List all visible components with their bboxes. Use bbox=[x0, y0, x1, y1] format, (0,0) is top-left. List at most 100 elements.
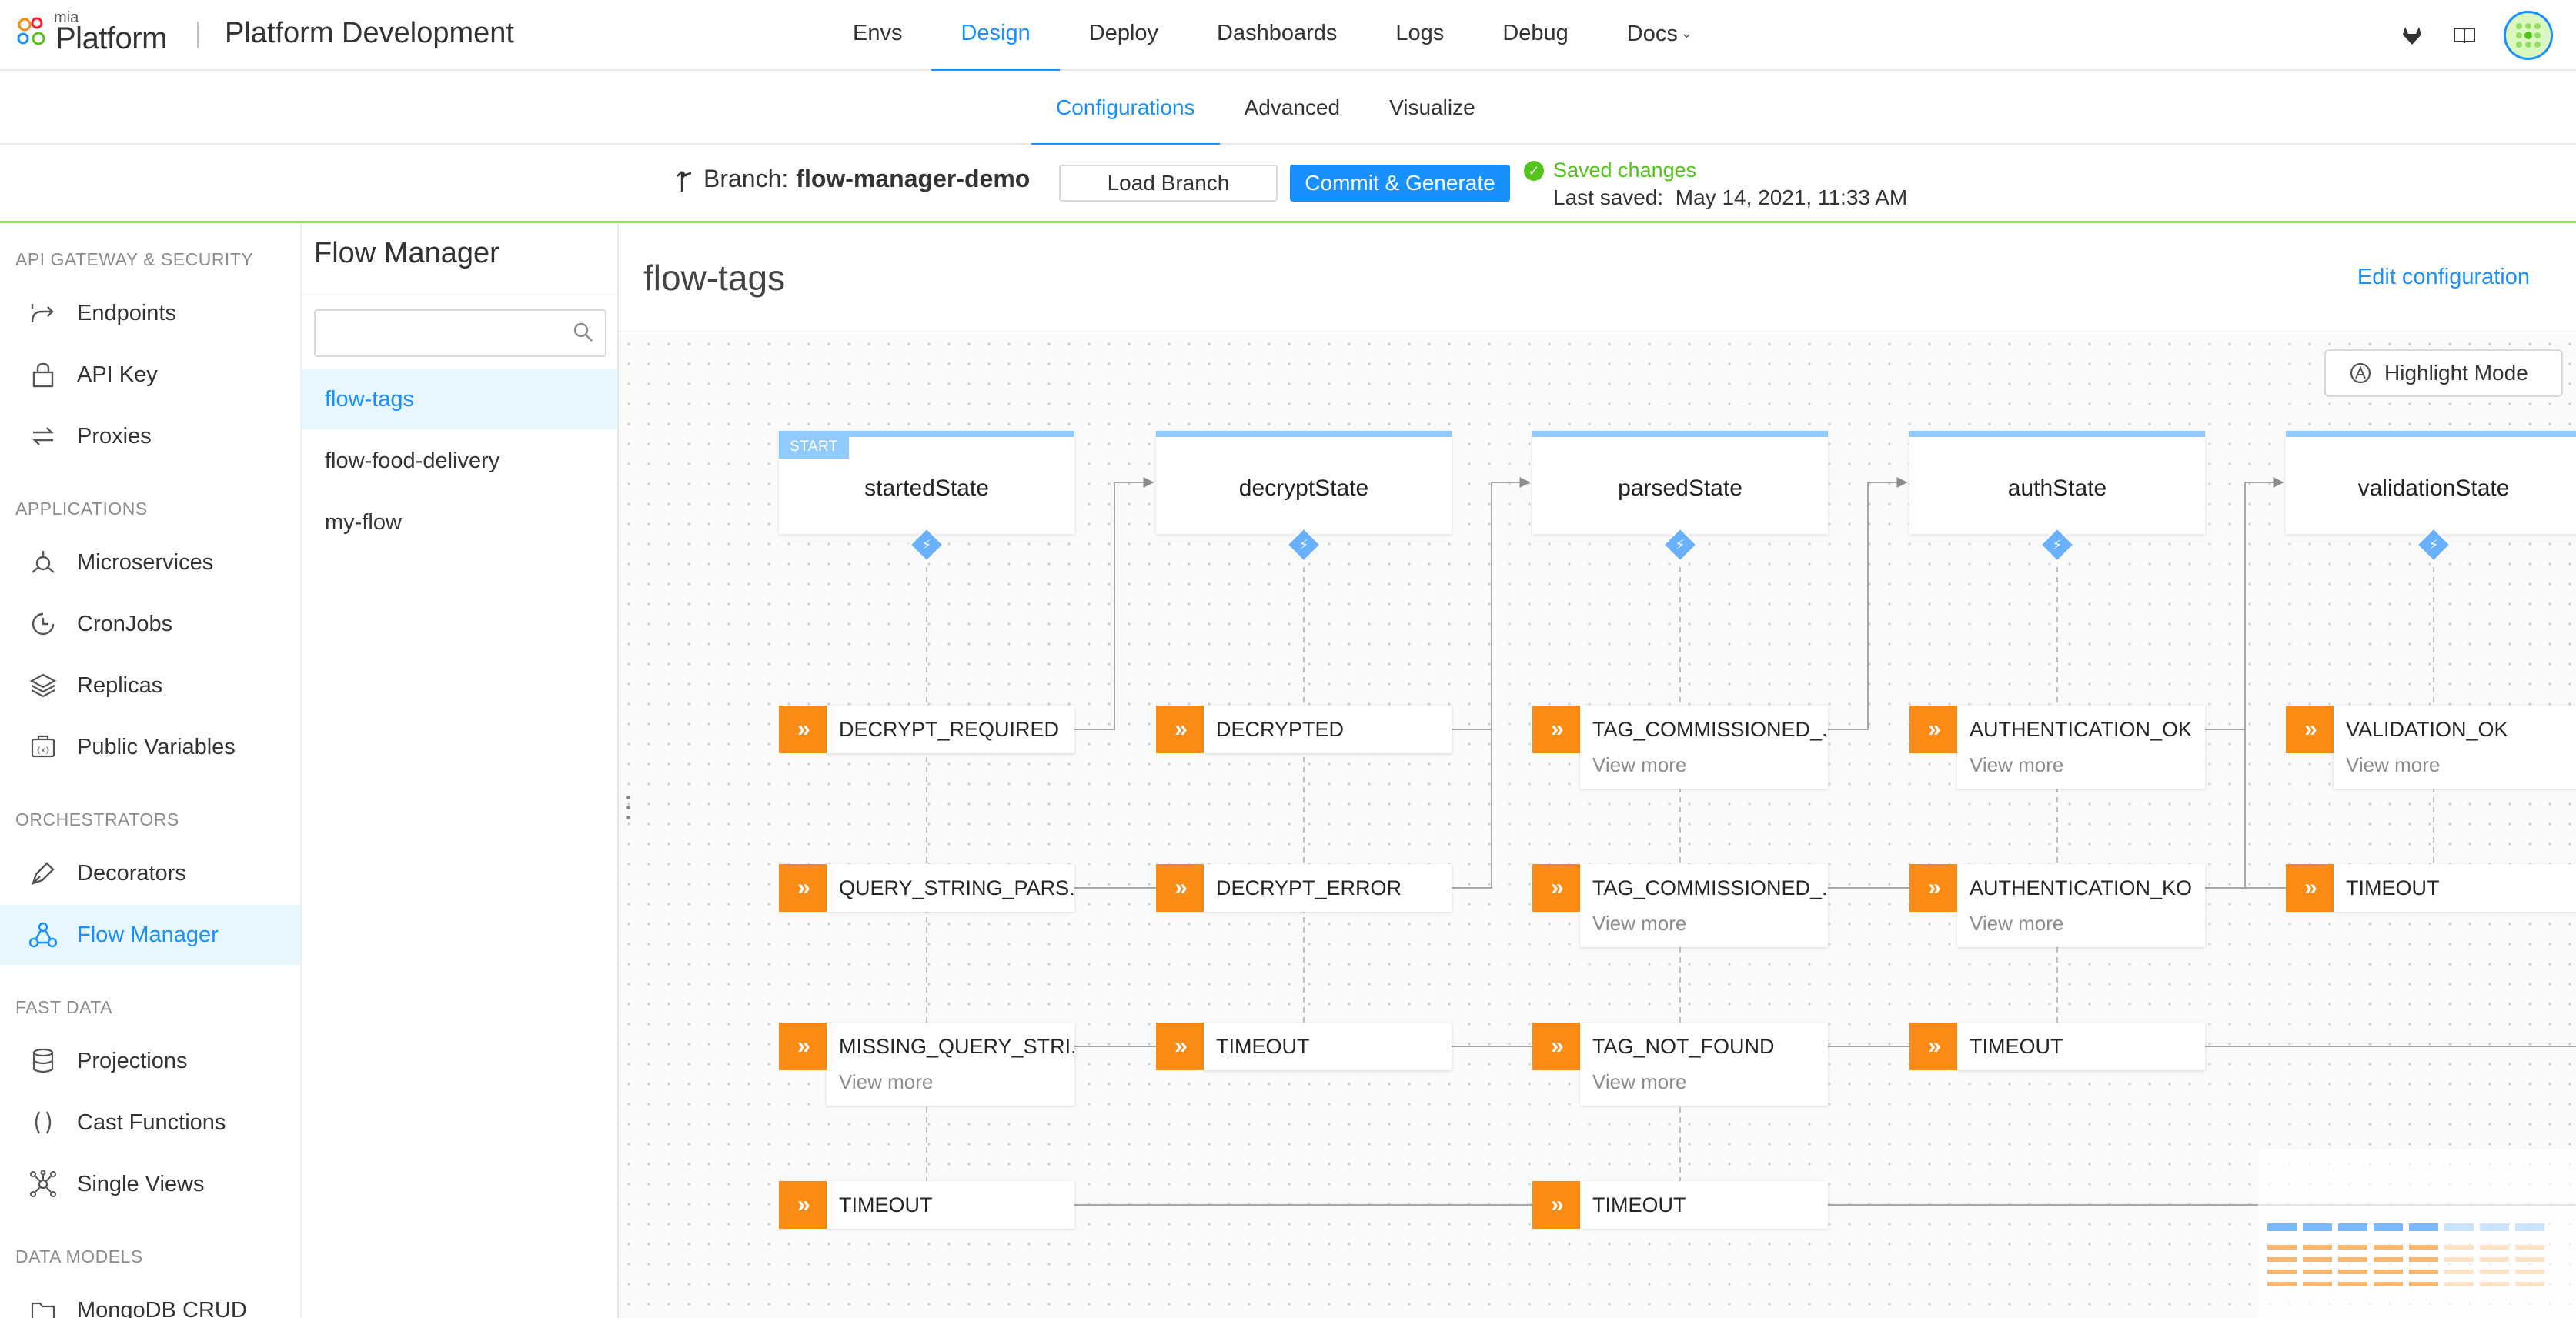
event-trigger-icon[interactable]: ⚡ bbox=[1285, 526, 1323, 564]
nav-debug[interactable]: Debug bbox=[1473, 0, 1597, 71]
chevron-double-right-icon: » bbox=[2286, 706, 2334, 753]
minimap-event bbox=[2480, 1282, 2509, 1286]
nav-deploy[interactable]: Deploy bbox=[1060, 0, 1188, 71]
sidebar-item-microservices[interactable]: Microservices bbox=[0, 532, 300, 592]
layers-icon bbox=[28, 670, 58, 701]
state-node[interactable]: decryptState bbox=[1156, 431, 1452, 534]
lock-icon bbox=[28, 359, 58, 390]
view-more-link[interactable]: View more bbox=[1580, 1070, 1828, 1106]
tab-configurations[interactable]: Configurations bbox=[1031, 71, 1220, 146]
sidebar-item-cast-functions[interactable]: Cast Functions bbox=[0, 1093, 300, 1153]
nav-logs[interactable]: Logs bbox=[1366, 0, 1473, 71]
minimap[interactable] bbox=[2258, 1149, 2576, 1318]
commit-generate-button[interactable]: Commit & Generate bbox=[1290, 165, 1510, 202]
gitlab-icon[interactable] bbox=[2399, 22, 2425, 48]
sidebar-item-api-key[interactable]: API Key bbox=[0, 345, 300, 405]
minimap-event bbox=[2480, 1257, 2509, 1262]
transition-edge bbox=[1452, 729, 1492, 889]
state-name: startedState bbox=[864, 475, 989, 501]
view-more-link[interactable]: View more bbox=[2334, 753, 2576, 789]
chevron-double-right-icon: » bbox=[1156, 706, 1204, 753]
nav-docs[interactable]: Docs ⌄ bbox=[1598, 0, 1722, 71]
state-node[interactable]: START startedState bbox=[779, 431, 1074, 534]
minimap-event bbox=[2409, 1282, 2438, 1286]
minimap-event bbox=[2374, 1257, 2403, 1262]
endpoints-icon bbox=[28, 298, 58, 329]
avatar[interactable] bbox=[2504, 11, 2553, 60]
sidebar-item-replicas[interactable]: Replicas bbox=[0, 656, 300, 716]
transition-edge bbox=[2205, 729, 2246, 889]
sidebar-item-proxies[interactable]: Proxies bbox=[0, 406, 300, 466]
sidebar-item-flow-manager[interactable]: Flow Manager bbox=[0, 905, 300, 965]
flow-item-flow-tags[interactable]: flow-tags bbox=[302, 369, 617, 429]
minimap-event bbox=[2374, 1282, 2403, 1286]
sidebar-item-label: Microservices bbox=[77, 549, 214, 575]
folder-icon bbox=[28, 1295, 58, 1318]
microservices-icon bbox=[28, 547, 58, 578]
sidebar-item-single-views[interactable]: Single Views bbox=[0, 1154, 300, 1214]
save-status: ✓ Saved changes Last saved: May 14, 2021,… bbox=[1524, 158, 1907, 210]
event-trigger-icon[interactable]: ⚡ bbox=[907, 526, 946, 564]
flow-item-flow-food-delivery[interactable]: flow-food-delivery bbox=[302, 431, 617, 491]
chevron-double-right-icon: » bbox=[1532, 706, 1580, 753]
section-title: APPLICATIONS bbox=[15, 499, 148, 519]
section-title: FAST DATA bbox=[15, 997, 112, 1017]
state-node[interactable]: parsedState bbox=[1532, 431, 1828, 534]
state-node[interactable]: authState bbox=[1909, 431, 2205, 534]
highlight-label: Highlight Mode bbox=[2384, 361, 2528, 385]
parentheses-icon bbox=[28, 1107, 58, 1138]
pen-icon bbox=[28, 858, 58, 889]
event-label: DECRYPT_REQUIRED bbox=[839, 718, 1060, 741]
view-more-link[interactable]: View more bbox=[827, 1070, 1074, 1106]
nav-design[interactable]: Design bbox=[931, 0, 1061, 72]
event-trigger-icon[interactable]: ⚡ bbox=[1661, 526, 1699, 564]
nav-dashboards[interactable]: Dashboards bbox=[1188, 0, 1366, 71]
view-more-link[interactable]: View more bbox=[1957, 753, 2205, 789]
load-branch-button[interactable]: Load Branch bbox=[1059, 165, 1278, 202]
event-label: QUERY_STRING_PARS... bbox=[839, 876, 1074, 899]
event-label: MISSING_QUERY_STRI... bbox=[839, 1035, 1074, 1058]
sidebar-item-decorators[interactable]: Decorators bbox=[0, 843, 300, 903]
tab-visualize[interactable]: Visualize bbox=[1365, 71, 1500, 145]
tab-advanced[interactable]: Advanced bbox=[1220, 71, 1365, 145]
minimap-event bbox=[2515, 1245, 2544, 1250]
section-title: DATA MODELS bbox=[15, 1246, 143, 1266]
sidebar-item-public-variables[interactable]: {x} Public Variables bbox=[0, 717, 300, 777]
chevron-double-right-icon: » bbox=[779, 706, 827, 753]
sidebar-item-label: MongoDB CRUD bbox=[77, 1297, 247, 1318]
nav-label: Deploy bbox=[1088, 21, 1159, 45]
project-title[interactable]: Platform Development bbox=[225, 17, 514, 50]
event-trigger-icon[interactable]: ⚡ bbox=[2414, 526, 2453, 564]
edit-configuration-link[interactable]: Edit configuration bbox=[2357, 265, 2530, 290]
start-badge: START bbox=[779, 435, 850, 459]
minimap-event bbox=[2515, 1282, 2544, 1286]
sidebar-item-label: API Key bbox=[77, 362, 158, 387]
flow-canvas[interactable]: START startedState ⚡ » DECRYPT_REQUIRED » Q… bbox=[619, 334, 2576, 1318]
chevron-double-right-icon: » bbox=[1156, 864, 1204, 912]
branch-selector[interactable]: Branch: flow-manager-demo bbox=[674, 165, 1030, 193]
panel-title: Flow Manager bbox=[314, 237, 499, 269]
flow-item-my-flow[interactable]: my-flow bbox=[302, 492, 617, 552]
event-trigger-icon[interactable]: ⚡ bbox=[2038, 526, 2077, 564]
event-label: TIMEOUT bbox=[839, 1193, 933, 1216]
branch-label: Branch: bbox=[703, 165, 789, 192]
mia-platform-logo[interactable]: mia Platform bbox=[15, 9, 177, 60]
sidebar-item-endpoints[interactable]: Endpoints bbox=[0, 283, 300, 343]
view-more-link[interactable]: View more bbox=[1580, 912, 1828, 947]
nav-label: Docs bbox=[1626, 22, 1678, 46]
book-icon[interactable] bbox=[2451, 22, 2477, 48]
chevron-double-right-icon: » bbox=[1532, 1181, 1580, 1229]
sidebar-item-projections[interactable]: Projections bbox=[0, 1031, 300, 1091]
sidebar-item-cronjobs[interactable]: CronJobs bbox=[0, 594, 300, 654]
flow-header: flow-tags Edit configuration bbox=[619, 223, 2576, 332]
sidebar-item-label: Public Variables bbox=[77, 734, 236, 759]
highlight-mode-button[interactable]: Highlight Mode bbox=[2324, 349, 2563, 397]
sidebar-item-mongodb-crud[interactable]: MongoDB CRUD bbox=[0, 1280, 300, 1318]
view-more-link[interactable]: View more bbox=[1957, 912, 2205, 947]
state-node[interactable]: validationState bbox=[2286, 431, 2576, 534]
nav-envs[interactable]: Envs bbox=[824, 0, 931, 71]
state-name: validationState bbox=[2357, 475, 2510, 501]
search-input[interactable] bbox=[314, 309, 606, 357]
view-more-link[interactable]: View more bbox=[1580, 753, 1828, 789]
flow-title: flow-tags bbox=[643, 258, 786, 298]
